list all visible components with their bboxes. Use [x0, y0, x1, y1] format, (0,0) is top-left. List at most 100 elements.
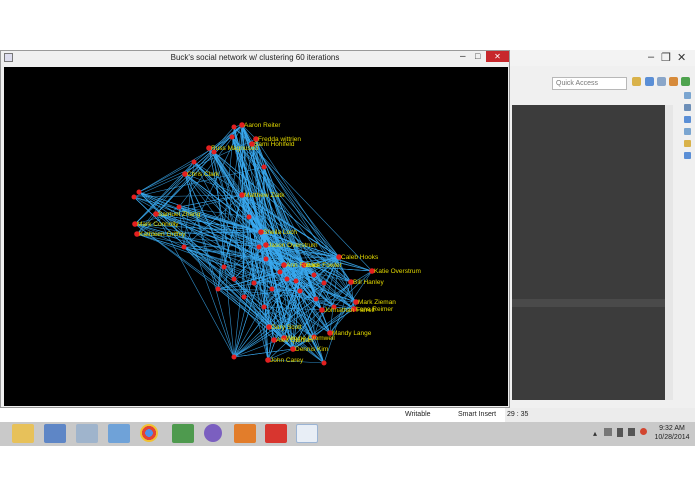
graph-node[interactable]: [246, 214, 252, 220]
graph-node-label: Russ Magnuson: [211, 145, 258, 152]
status-mode: Writable: [405, 411, 431, 418]
git-perspective-icon[interactable]: [681, 77, 690, 86]
eclipse-titlebar: – ❐ ✕: [505, 50, 695, 66]
control-panel-icon[interactable]: [44, 424, 66, 443]
graph-node-label: Sheila Loch: [263, 229, 297, 236]
graph-node-label: Sami Hohlfeld: [254, 141, 295, 148]
graph-node[interactable]: [221, 264, 227, 270]
graph-node-label: Matthew Ziatk: [244, 192, 285, 199]
close-button[interactable]: ✕: [486, 51, 509, 62]
graph-node[interactable]: [231, 354, 237, 360]
current-line-highlight: [512, 299, 665, 307]
graph-node[interactable]: [131, 194, 137, 200]
graph-node-label: Alex Quinlan: [276, 337, 313, 344]
flag-icon[interactable]: [604, 428, 612, 436]
graph-node[interactable]: [251, 280, 257, 286]
graph-node[interactable]: [231, 276, 237, 282]
eclipse-close-button[interactable]: ✕: [677, 51, 686, 64]
window-title: Buck's social network w/ clustering 60 i…: [170, 53, 340, 62]
graph-node-label: Katie Overstrum: [374, 268, 421, 275]
eclipse-restore-button[interactable]: ❐: [661, 51, 671, 64]
graph-node[interactable]: [256, 244, 262, 250]
side-toolbar: [681, 90, 695, 220]
graph-node-label: Ann Fowler: [286, 262, 320, 269]
volume-icon[interactable]: [640, 428, 647, 435]
status-insert-mode: Smart Insert: [458, 411, 497, 418]
graph-node[interactable]: [261, 304, 267, 310]
graph-node[interactable]: [321, 360, 327, 366]
graph-node[interactable]: [277, 269, 283, 275]
status-cursor-position: 29 : 35: [507, 411, 529, 418]
clock-time[interactable]: 9:32 AM: [649, 425, 695, 432]
problems-icon[interactable]: [684, 128, 691, 135]
java-icon[interactable]: [296, 424, 318, 443]
eclipse-minimize-button[interactable]: –: [648, 51, 654, 63]
network-icon[interactable]: [108, 424, 130, 443]
debug-perspective-icon[interactable]: [657, 77, 666, 86]
java-graph-window: Buck's social network w/ clustering 60 i…: [0, 50, 510, 408]
graph-node[interactable]: [263, 256, 269, 262]
graph-node-label: John Carey: [270, 357, 304, 364]
open-perspective-icon[interactable]: [632, 77, 641, 86]
graph-canvas[interactable]: Aaron Reiter Fredda wittrien Sami Hohlfeld…: [4, 67, 508, 406]
graph-node-label: Dennis Kim: [295, 346, 328, 353]
declaration-icon[interactable]: [684, 152, 691, 159]
maximize-button[interactable]: □: [475, 51, 480, 61]
graph-node[interactable]: [136, 189, 142, 195]
graph-node-label: Caleb Hooks: [341, 254, 379, 261]
graph-node-label: Gary Scott: [271, 324, 302, 331]
graph-node[interactable]: [181, 244, 187, 250]
quick-access-input[interactable]: Quick Access: [552, 77, 627, 90]
graph-node-label: Mandy Lange: [332, 330, 372, 337]
javadoc-icon[interactable]: [684, 140, 691, 147]
team-perspective-icon[interactable]: [669, 77, 678, 86]
graph-nodes: Aaron ReiterFredda wittrienSami Hohlfeld…: [131, 122, 421, 366]
settings-icon[interactable]: [234, 424, 256, 443]
graph-node-label: Johnathan Farrell: [324, 307, 375, 314]
graph-node-label: Chris Clark: [187, 171, 220, 178]
eclipse-window: – ❐ ✕ Quick Access Writable Smart Insert…: [405, 50, 695, 422]
graph-node[interactable]: [293, 278, 299, 284]
graph-node[interactable]: [311, 272, 317, 278]
photos-icon[interactable]: [76, 424, 98, 443]
graph-node-label: Samuel Zhang: [158, 211, 201, 218]
graph-node[interactable]: [313, 296, 319, 302]
console-icon[interactable]: [684, 116, 691, 123]
battery-icon[interactable]: [617, 428, 623, 437]
file-explorer-icon[interactable]: [12, 424, 34, 443]
notepad-icon[interactable]: [172, 424, 194, 443]
task-list-icon[interactable]: [684, 104, 691, 111]
tray-chevron-icon[interactable]: ▴: [593, 429, 597, 438]
media-icon[interactable]: [204, 424, 222, 442]
graph-node[interactable]: [241, 294, 247, 300]
graph-node[interactable]: [297, 288, 303, 294]
java-perspective-icon[interactable]: [645, 77, 654, 86]
graph-node-label: Mark Zieman: [358, 299, 396, 306]
editor-area[interactable]: [512, 105, 665, 400]
graph-edges: [133, 124, 373, 364]
taskbar: ▴ 9:32 AM 10/28/2014: [0, 422, 695, 446]
graph-node[interactable]: [176, 204, 182, 210]
graph-node[interactable]: [261, 164, 267, 170]
graph-node[interactable]: [321, 280, 327, 286]
graph-node-label: Bill Hanley: [353, 279, 384, 286]
editor-vertical-scrollbar[interactable]: [665, 105, 673, 400]
minimize-button[interactable]: –: [460, 51, 466, 62]
graph-node-label: Aaron Reiter: [244, 122, 281, 129]
graph-node[interactable]: [191, 159, 197, 165]
java-titlebar[interactable]: Buck's social network w/ clustering 60 i…: [1, 51, 509, 65]
network-status-icon[interactable]: [628, 428, 635, 436]
graph-node[interactable]: [231, 124, 237, 130]
graph-node[interactable]: [215, 286, 221, 292]
swift-icon[interactable]: [265, 424, 287, 443]
graph-node[interactable]: [229, 134, 235, 140]
social-network-graph[interactable]: Aaron ReiterFredda wittrienSami Hohlfeld…: [4, 67, 508, 406]
graph-node[interactable]: [269, 286, 275, 292]
graph-node-label: Mark Connolly: [137, 221, 179, 228]
graph-node-label: Jason Overstrum: [268, 242, 318, 249]
clock-date[interactable]: 10/28/2014: [649, 434, 695, 441]
chrome-icon[interactable]: [140, 424, 158, 442]
outline-icon[interactable]: [684, 92, 691, 99]
graph-node[interactable]: [284, 276, 290, 282]
graph-node-label: Kathleen Griffey: [139, 231, 186, 238]
